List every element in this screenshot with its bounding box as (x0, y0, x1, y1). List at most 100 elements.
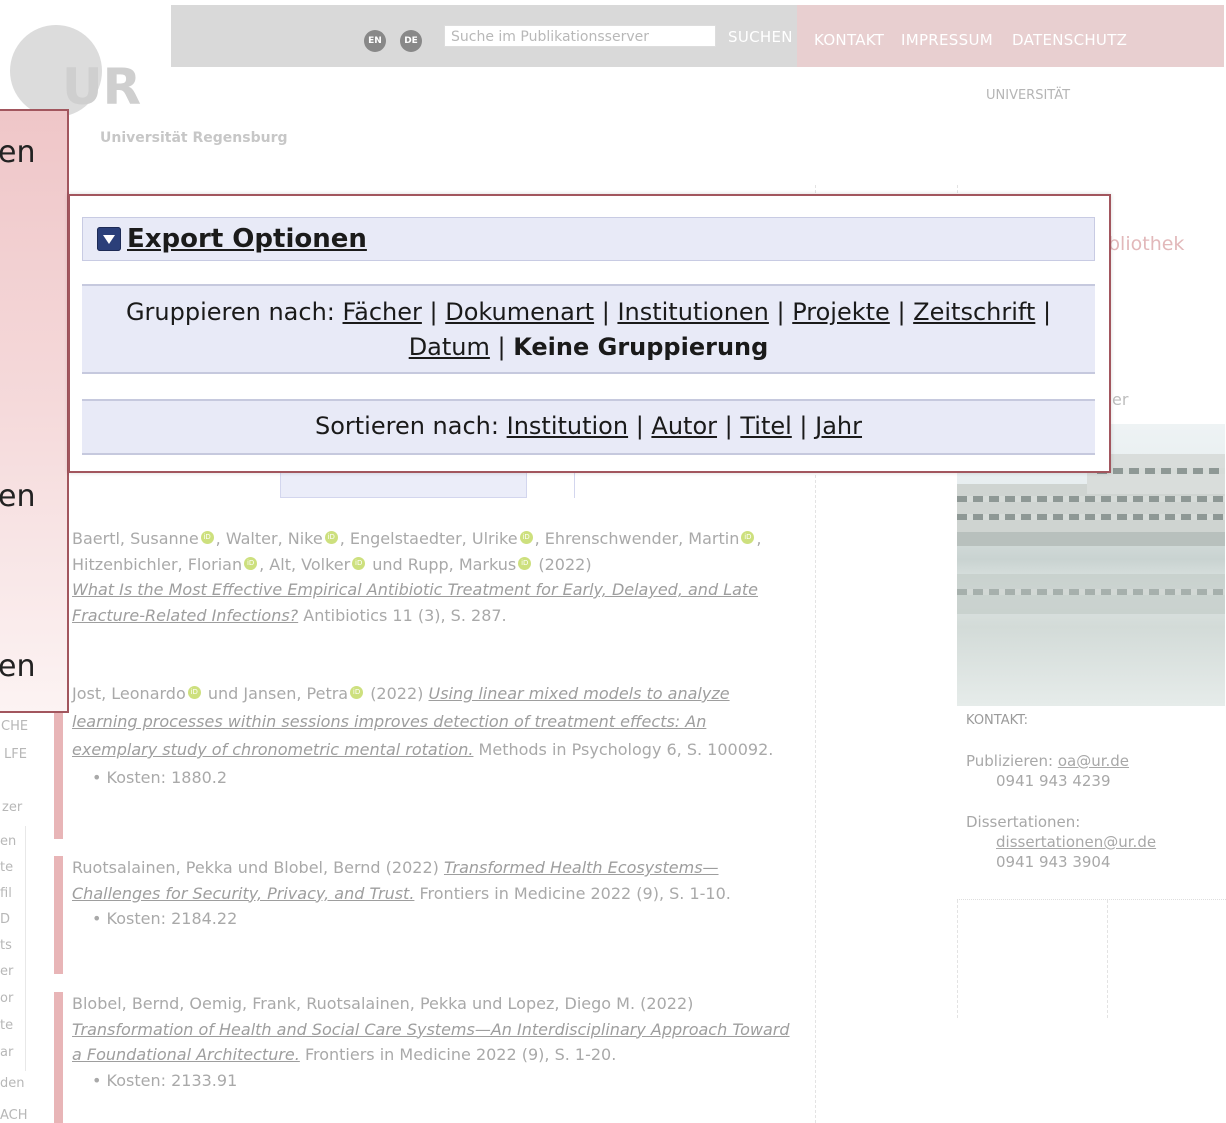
author[interactable]: Walter, Nike (226, 529, 323, 548)
divider (957, 899, 1226, 900)
left-nav-fragment[interactable]: ACH (0, 1108, 28, 1123)
group-option-current: Keine Gruppierung (513, 333, 769, 361)
orcid-icon[interactable]: iD (244, 556, 258, 570)
publication-source: Antibiotics 11 (3), S. 287. (303, 605, 507, 625)
group-by-label: Gruppieren nach: (125, 298, 335, 326)
author[interactable]: Lopez, Diego M. (508, 994, 636, 1013)
author[interactable]: Engelstaedter, Ulrike (350, 529, 518, 548)
left-nav-fragment[interactable]: en (0, 834, 16, 849)
publication-item: Jost, Leonardo iD und Jansen, Petra iD (20… (72, 684, 774, 787)
logo-subtitle: Universität Regensburg (100, 130, 288, 146)
column-divider (957, 900, 958, 1018)
author[interactable]: Alt, Volker (269, 555, 350, 574)
orcid-icon[interactable]: iD (187, 686, 201, 699)
lang-de-button[interactable]: DE (400, 30, 422, 52)
left-nav-fragment[interactable]: zer (2, 800, 22, 815)
orcid-icon[interactable]: iD (350, 686, 364, 699)
left-nav-fragment[interactable]: er (0, 964, 13, 979)
author[interactable]: Rupp, Markus (408, 555, 516, 574)
right-sidebar-heading-fragment: bliothek (1108, 233, 1185, 255)
left-nav-fragment[interactable]: fil (0, 886, 12, 901)
left-nav-fragment[interactable]: ar (0, 1045, 13, 1060)
publication-source: Frontiers in Medicine 2022 (9), S. 1-20. (304, 1045, 617, 1064)
orcid-icon[interactable]: iD (352, 556, 366, 570)
export-title[interactable]: Export Optionen (127, 224, 367, 254)
publication-cost: • Kosten: 2184.22 (92, 909, 238, 928)
kontakt-title: KONTAKT: (966, 713, 1029, 728)
publication-marker (54, 992, 63, 1123)
author[interactable]: Jansen, Petra (243, 684, 348, 703)
kontakt-dissertationen: Dissertationen: dissertationen@ur.de 094… (966, 812, 1156, 872)
publication-year: (2022) (538, 554, 592, 574)
author[interactable]: Ruotsalainen, Pekka (306, 994, 467, 1013)
left-panel-text-fragment: en (0, 479, 36, 514)
orcid-icon[interactable]: iD (324, 531, 338, 544)
publication-marker (54, 856, 63, 974)
left-nav-fragment[interactable]: te (0, 1018, 13, 1033)
author[interactable]: Ruotsalainen, Pekka (72, 858, 233, 877)
publication-item: Ruotsalainen, Pekka und Blobel, Bernd (2… (72, 858, 731, 928)
dissertationen-email-link[interactable]: dissertationen@ur.de (996, 833, 1156, 851)
left-nav-fragment[interactable]: D (0, 912, 10, 927)
export-options-panel: Export Optionen Gruppieren nach: Fächer … (68, 194, 1111, 473)
author[interactable]: Oemig, Frank (189, 994, 296, 1013)
left-nav-fragment[interactable]: den (0, 1076, 25, 1091)
publication-cost: • Kosten: 1880.2 (92, 768, 228, 787)
publication-year: (2022) (385, 858, 439, 877)
group-option-projekte[interactable]: Projekte (792, 298, 890, 326)
left-nav-fragment[interactable]: ts (0, 938, 12, 953)
export-header[interactable]: Export Optionen (82, 217, 1095, 261)
publication-item: Blobel, Bernd, Oemig, Frank, Ruotsalaine… (72, 994, 790, 1090)
sort-by-label: Sortieren nach: (314, 412, 499, 440)
nav-box-edge (25, 826, 26, 1071)
orcid-icon[interactable]: iD (519, 531, 533, 544)
author[interactable]: Blobel, Bernd (72, 994, 179, 1013)
publizieren-phone: 0941 943 4239 (996, 772, 1111, 790)
logo-mark[interactable]: UR (62, 58, 141, 116)
author[interactable]: Baertl, Susanne (72, 529, 199, 548)
dissertationen-phone: 0941 943 3904 (996, 853, 1111, 871)
publizieren-email-link[interactable]: oa@ur.de (1058, 752, 1129, 770)
group-option-dokumenart[interactable]: Dokumenart (445, 298, 594, 326)
sort-option-titel[interactable]: Titel (740, 412, 791, 440)
sort-by-row: Sortieren nach: Institution | Autor | Ti… (82, 399, 1095, 455)
group-option-institutionen[interactable]: Institutionen (617, 298, 768, 326)
group-option-faecher[interactable]: Fächer (343, 298, 422, 326)
author[interactable]: Hitzenbichler, Florian (72, 555, 242, 574)
group-option-datum[interactable]: Datum (409, 333, 490, 361)
publication-cost: • Kosten: 2133.91 (92, 1070, 238, 1090)
background-page: EN DE Suche im Publikationsserver SUCHEN… (0, 0, 1226, 1123)
sort-option-autor[interactable]: Autor (651, 412, 717, 440)
collapse-toggle-icon[interactable] (97, 227, 121, 251)
kontakt-publizieren: Publizieren: oa@ur.de 0941 943 4239 (966, 751, 1129, 791)
publizieren-label: Publizieren: (966, 752, 1054, 770)
group-option-zeitschrift[interactable]: Zeitschrift (913, 298, 1035, 326)
author[interactable]: Jost, Leonardo (72, 684, 186, 703)
datenschutz-link[interactable]: DATENSCHUTZ (1012, 31, 1127, 49)
column-divider (1107, 900, 1108, 1018)
author[interactable]: Blobel, Bernd (273, 858, 380, 877)
orcid-icon[interactable]: iD (518, 556, 532, 570)
left-panel-text-fragment: en (0, 649, 36, 684)
publication-source: Frontiers in Medicine 2022 (9), S. 1-10. (419, 883, 731, 903)
orcid-icon[interactable]: iD (741, 531, 755, 544)
left-nav-fragment[interactable]: te (0, 860, 13, 875)
left-nav-fragment[interactable]: CHE (1, 719, 28, 734)
impressum-link[interactable]: IMPRESSUM (901, 31, 993, 49)
orcid-icon[interactable]: iD (200, 531, 214, 544)
search-button[interactable]: SUCHEN (728, 28, 793, 46)
search-input[interactable]: Suche im Publikationsserver (444, 25, 716, 47)
universitaet-link[interactable]: UNIVERSITÄT (986, 88, 1070, 103)
author[interactable]: Ehrenschwender, Martin (545, 529, 740, 548)
group-by-row: Gruppieren nach: Fächer | Dokumenart | I… (82, 284, 1095, 374)
dissertationen-label: Dissertationen: (966, 813, 1081, 831)
sort-option-institution[interactable]: Institution (507, 412, 628, 440)
publication-year: (2022) (640, 994, 694, 1013)
publication-source: Methods in Psychology 6, S. 100092. (478, 740, 774, 759)
sort-option-jahr[interactable]: Jahr (815, 412, 862, 440)
left-nav-fragment[interactable]: or (0, 991, 13, 1006)
left-nav-fragment[interactable]: LFE (4, 747, 27, 762)
lang-en-button[interactable]: EN (364, 30, 386, 52)
publication-year: (2022) (370, 684, 424, 703)
kontakt-link[interactable]: KONTAKT (814, 31, 884, 49)
